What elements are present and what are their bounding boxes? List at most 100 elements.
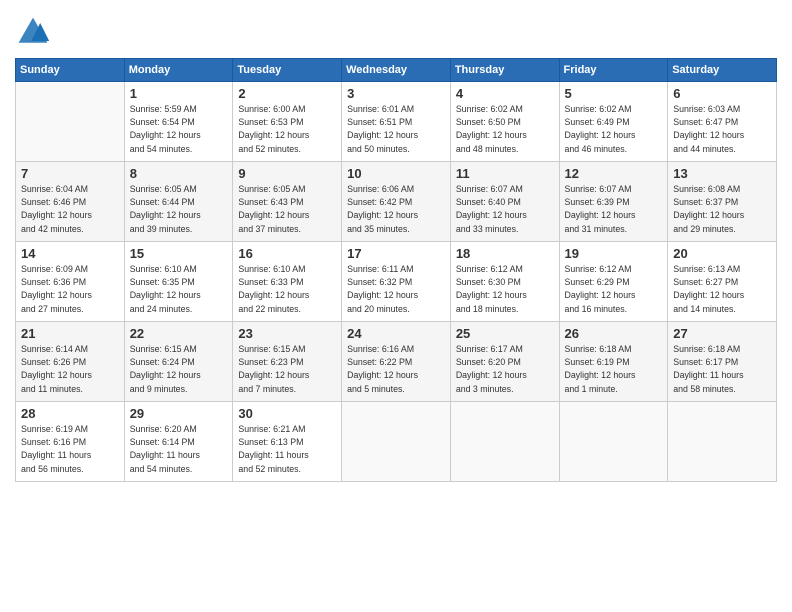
calendar-cell: 10Sunrise: 6:06 AM Sunset: 6:42 PM Dayli… xyxy=(342,162,451,242)
calendar-cell: 8Sunrise: 6:05 AM Sunset: 6:44 PM Daylig… xyxy=(124,162,233,242)
week-row-2: 7 Sunrise: 6:04 AM Sunset: 6:46 PM Daylig… xyxy=(16,162,777,242)
day-header-wednesday: Wednesday xyxy=(342,59,451,82)
day-number: 24 xyxy=(347,326,445,341)
day-info: Sunrise: 6:19 AM Sunset: 6:16 PM Dayligh… xyxy=(21,423,119,476)
day-number: 2 xyxy=(238,86,336,101)
day-header-saturday: Saturday xyxy=(668,59,777,82)
page: SundayMondayTuesdayWednesdayThursdayFrid… xyxy=(0,0,792,612)
day-number: 1 xyxy=(130,86,228,101)
calendar-cell xyxy=(342,402,451,482)
calendar-cell: 9 Sunrise: 6:05 AM Sunset: 6:43 PM Daylig… xyxy=(233,162,342,242)
day-info: Sunrise: 6:20 AM Sunset: 6:14 PM Dayligh… xyxy=(130,423,228,476)
day-number: 11 xyxy=(456,166,554,181)
week-row-5: 28 Sunrise: 6:19 AM Sunset: 6:16 PM Dayli… xyxy=(16,402,777,482)
day-info: Sunrise: 6:01 AM Sunset: 6:51 PM Dayligh… xyxy=(347,103,445,156)
day-number: 14 xyxy=(21,246,119,261)
calendar-cell xyxy=(668,402,777,482)
day-info: Sunrise: 6:17 AM Sunset: 6:20 PM Dayligh… xyxy=(456,343,554,396)
day-number: 18 xyxy=(456,246,554,261)
calendar-cell: 30Sunrise: 6:21 AM Sunset: 6:13 PM Dayli… xyxy=(233,402,342,482)
calendar-cell: 11 Sunrise: 6:07 AM Sunset: 6:40 PM Dayli… xyxy=(450,162,559,242)
day-number: 5 xyxy=(565,86,663,101)
calendar-cell xyxy=(16,82,125,162)
day-info: Sunrise: 6:10 AM Sunset: 6:33 PM Dayligh… xyxy=(238,263,336,316)
day-number: 19 xyxy=(565,246,663,261)
day-number: 7 xyxy=(21,166,119,181)
day-number: 8 xyxy=(130,166,228,181)
calendar-cell: 2 Sunrise: 6:00 AM Sunset: 6:53 PM Daylig… xyxy=(233,82,342,162)
day-info: Sunrise: 6:15 AM Sunset: 6:24 PM Dayligh… xyxy=(130,343,228,396)
day-info: Sunrise: 6:15 AM Sunset: 6:23 PM Dayligh… xyxy=(238,343,336,396)
day-header-monday: Monday xyxy=(124,59,233,82)
day-number: 12 xyxy=(565,166,663,181)
header xyxy=(15,10,777,50)
day-info: Sunrise: 6:05 AM Sunset: 6:43 PM Dayligh… xyxy=(238,183,336,236)
day-header-thursday: Thursday xyxy=(450,59,559,82)
day-info: Sunrise: 6:00 AM Sunset: 6:53 PM Dayligh… xyxy=(238,103,336,156)
day-number: 25 xyxy=(456,326,554,341)
day-number: 28 xyxy=(21,406,119,421)
day-info: Sunrise: 6:02 AM Sunset: 6:50 PM Dayligh… xyxy=(456,103,554,156)
calendar-cell: 3 Sunrise: 6:01 AM Sunset: 6:51 PM Daylig… xyxy=(342,82,451,162)
day-number: 15 xyxy=(130,246,228,261)
day-info: Sunrise: 6:08 AM Sunset: 6:37 PM Dayligh… xyxy=(673,183,771,236)
day-header-tuesday: Tuesday xyxy=(233,59,342,82)
calendar-cell: 23 Sunrise: 6:15 AM Sunset: 6:23 PM Dayli… xyxy=(233,322,342,402)
day-header-friday: Friday xyxy=(559,59,668,82)
day-number: 17 xyxy=(347,246,445,261)
day-number: 9 xyxy=(238,166,336,181)
calendar-cell: 20 Sunrise: 6:13 AM Sunset: 6:27 PM Dayli… xyxy=(668,242,777,322)
logo-icon xyxy=(15,14,51,50)
day-info: Sunrise: 6:04 AM Sunset: 6:46 PM Dayligh… xyxy=(21,183,119,236)
day-info: Sunrise: 6:21 AM Sunset: 6:13 PM Dayligh… xyxy=(238,423,336,476)
day-info: Sunrise: 6:18 AM Sunset: 6:19 PM Dayligh… xyxy=(565,343,663,396)
day-info: Sunrise: 6:09 AM Sunset: 6:36 PM Dayligh… xyxy=(21,263,119,316)
day-number: 3 xyxy=(347,86,445,101)
calendar-cell: 4 Sunrise: 6:02 AM Sunset: 6:50 PM Daylig… xyxy=(450,82,559,162)
calendar-table: SundayMondayTuesdayWednesdayThursdayFrid… xyxy=(15,58,777,482)
day-number: 13 xyxy=(673,166,771,181)
day-info: Sunrise: 6:14 AM Sunset: 6:26 PM Dayligh… xyxy=(21,343,119,396)
calendar-cell: 24 Sunrise: 6:16 AM Sunset: 6:22 PM Dayli… xyxy=(342,322,451,402)
week-row-1: 1 Sunrise: 5:59 AM Sunset: 6:54 PM Daylig… xyxy=(16,82,777,162)
week-row-3: 14 Sunrise: 6:09 AM Sunset: 6:36 PM Dayli… xyxy=(16,242,777,322)
day-info: Sunrise: 6:18 AM Sunset: 6:17 PM Dayligh… xyxy=(673,343,771,396)
day-info: Sunrise: 6:10 AM Sunset: 6:35 PM Dayligh… xyxy=(130,263,228,316)
calendar-cell xyxy=(559,402,668,482)
calendar-cell: 14 Sunrise: 6:09 AM Sunset: 6:36 PM Dayli… xyxy=(16,242,125,322)
calendar-cell: 21 Sunrise: 6:14 AM Sunset: 6:26 PM Dayli… xyxy=(16,322,125,402)
day-number: 10 xyxy=(347,166,445,181)
calendar-cell: 6Sunrise: 6:03 AM Sunset: 6:47 PM Daylig… xyxy=(668,82,777,162)
logo xyxy=(15,14,53,50)
day-number: 21 xyxy=(21,326,119,341)
calendar-cell: 16 Sunrise: 6:10 AM Sunset: 6:33 PM Dayli… xyxy=(233,242,342,322)
day-info: Sunrise: 6:16 AM Sunset: 6:22 PM Dayligh… xyxy=(347,343,445,396)
day-info: Sunrise: 6:02 AM Sunset: 6:49 PM Dayligh… xyxy=(565,103,663,156)
calendar-header-row: SundayMondayTuesdayWednesdayThursdayFrid… xyxy=(16,59,777,82)
calendar-cell: 25 Sunrise: 6:17 AM Sunset: 6:20 PM Dayli… xyxy=(450,322,559,402)
calendar-cell: 27 Sunrise: 6:18 AM Sunset: 6:17 PM Dayli… xyxy=(668,322,777,402)
day-number: 4 xyxy=(456,86,554,101)
calendar-cell: 15 Sunrise: 6:10 AM Sunset: 6:35 PM Dayli… xyxy=(124,242,233,322)
day-number: 23 xyxy=(238,326,336,341)
calendar-cell: 29Sunrise: 6:20 AM Sunset: 6:14 PM Dayli… xyxy=(124,402,233,482)
day-info: Sunrise: 6:13 AM Sunset: 6:27 PM Dayligh… xyxy=(673,263,771,316)
day-number: 20 xyxy=(673,246,771,261)
day-number: 27 xyxy=(673,326,771,341)
day-info: Sunrise: 5:59 AM Sunset: 6:54 PM Dayligh… xyxy=(130,103,228,156)
calendar-cell: 12Sunrise: 6:07 AM Sunset: 6:39 PM Dayli… xyxy=(559,162,668,242)
calendar-cell xyxy=(450,402,559,482)
calendar-cell: 28 Sunrise: 6:19 AM Sunset: 6:16 PM Dayli… xyxy=(16,402,125,482)
day-info: Sunrise: 6:07 AM Sunset: 6:40 PM Dayligh… xyxy=(456,183,554,236)
day-number: 16 xyxy=(238,246,336,261)
calendar-cell: 19 Sunrise: 6:12 AM Sunset: 6:29 PM Dayli… xyxy=(559,242,668,322)
calendar-cell: 13 Sunrise: 6:08 AM Sunset: 6:37 PM Dayli… xyxy=(668,162,777,242)
day-number: 22 xyxy=(130,326,228,341)
day-info: Sunrise: 6:11 AM Sunset: 6:32 PM Dayligh… xyxy=(347,263,445,316)
day-number: 6 xyxy=(673,86,771,101)
calendar-cell: 1 Sunrise: 5:59 AM Sunset: 6:54 PM Daylig… xyxy=(124,82,233,162)
calendar-cell: 18Sunrise: 6:12 AM Sunset: 6:30 PM Dayli… xyxy=(450,242,559,322)
day-number: 26 xyxy=(565,326,663,341)
day-info: Sunrise: 6:12 AM Sunset: 6:29 PM Dayligh… xyxy=(565,263,663,316)
calendar-cell: 26 Sunrise: 6:18 AM Sunset: 6:19 PM Dayli… xyxy=(559,322,668,402)
